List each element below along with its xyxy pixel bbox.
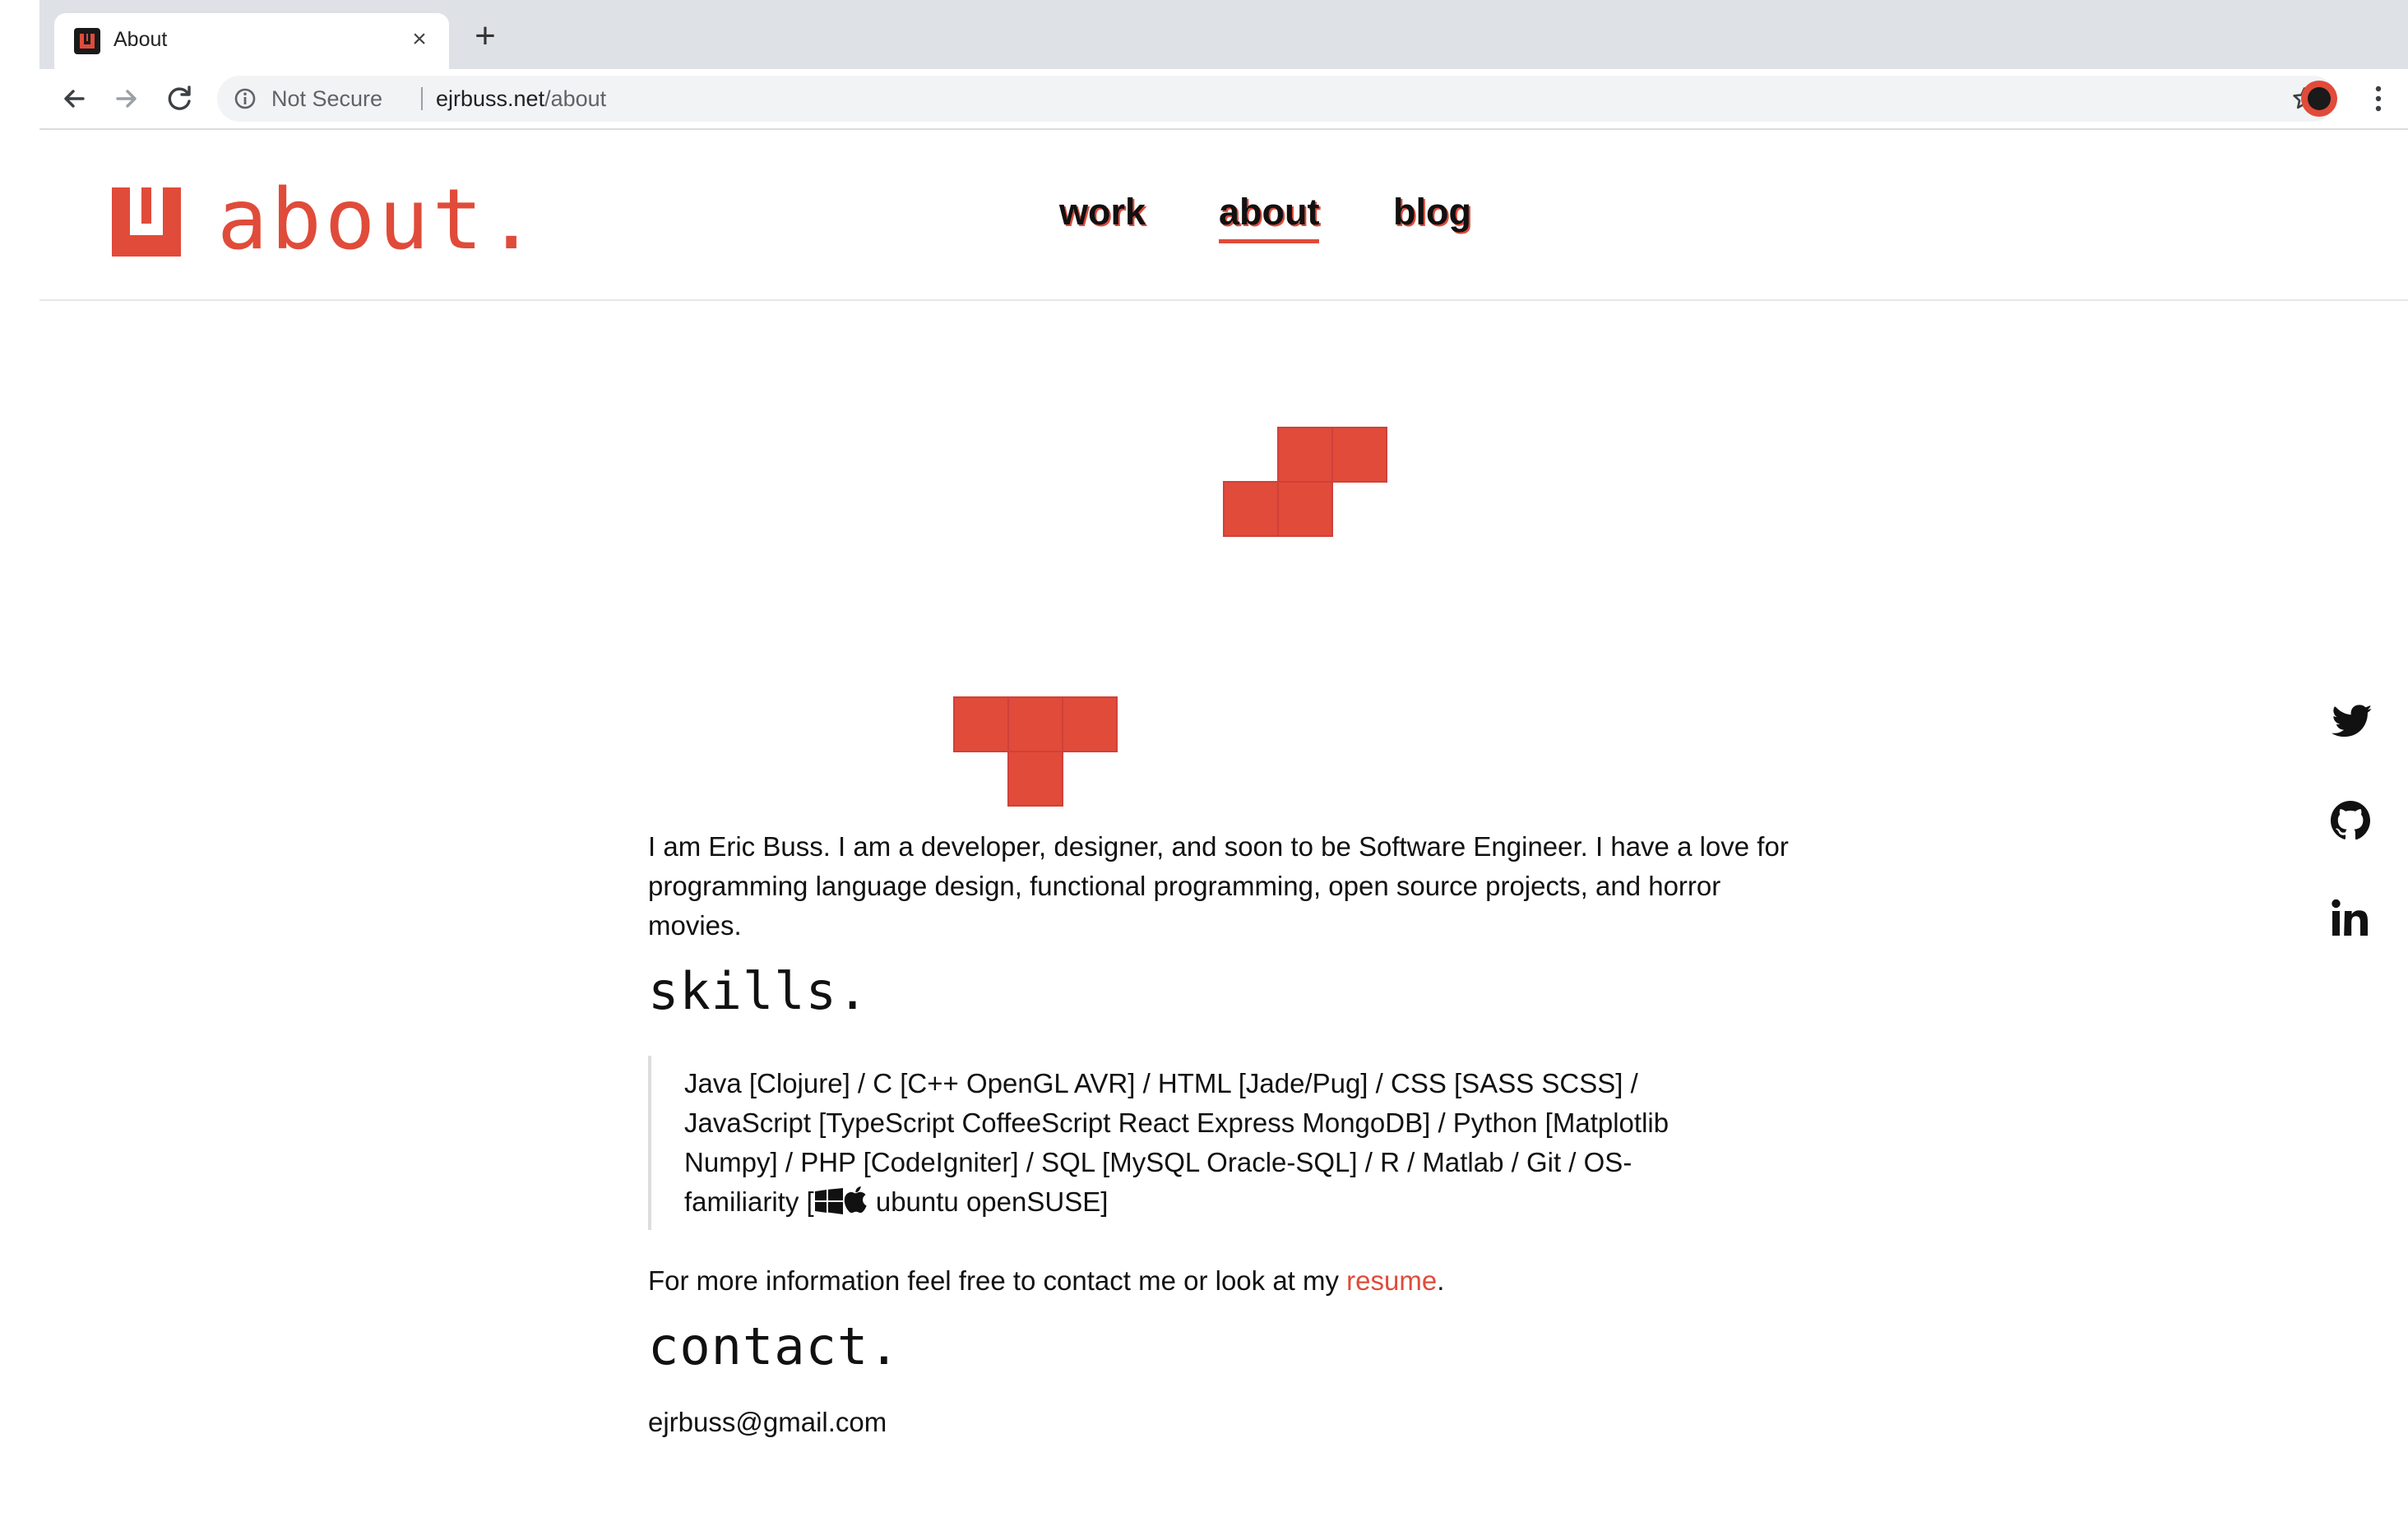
linkedin-icon[interactable] xyxy=(2326,895,2375,944)
more-prefix: For more information feel free to contac… xyxy=(648,1265,1347,1296)
url-host: ejrbuss.net xyxy=(436,86,545,111)
reload-icon[interactable] xyxy=(161,81,197,117)
site-logo-icon[interactable] xyxy=(112,187,181,257)
address-bar[interactable]: Not Secure ejrbuss.net/about xyxy=(217,76,2336,122)
window-edge xyxy=(0,0,39,1526)
page-title: about. xyxy=(217,171,540,269)
back-arrow-icon[interactable] xyxy=(56,81,92,117)
nav-link-blog[interactable]: blog xyxy=(1393,191,1471,234)
t-tetromino xyxy=(953,696,1118,807)
forward-arrow-icon[interactable] xyxy=(109,81,145,117)
skills-list: Java [Clojure] / C [C++ OpenGL AVR] / HT… xyxy=(648,1056,1720,1230)
nav-link-about[interactable]: about xyxy=(1219,191,1320,243)
s-tetromino xyxy=(1223,427,1387,537)
twitter-icon[interactable] xyxy=(2326,697,2375,747)
skills-os-tail: ubuntu openSUSE] xyxy=(868,1186,1109,1217)
new-tab-button[interactable]: + xyxy=(465,18,505,58)
avatar-inner xyxy=(2308,87,2331,110)
url-text: ejrbuss.net/about xyxy=(436,86,606,112)
security-label: Not Secure xyxy=(271,86,383,111)
menu-dots-icon[interactable] xyxy=(2370,82,2387,115)
apple-icon xyxy=(844,1186,867,1214)
tab-title: About xyxy=(113,28,168,51)
site-favicon-icon xyxy=(74,28,100,54)
skills-heading: skills. xyxy=(648,961,869,1021)
resume-link[interactable]: resume xyxy=(1346,1265,1437,1296)
more-info-text: For more information feel free to contac… xyxy=(648,1261,1799,1301)
omnibox-divider xyxy=(421,87,423,110)
more-suffix: . xyxy=(1437,1265,1445,1296)
info-icon[interactable] xyxy=(234,87,257,110)
github-icon[interactable] xyxy=(2326,796,2375,845)
tab-close-icon[interactable]: × xyxy=(405,25,434,54)
url-path: /about xyxy=(544,86,607,111)
browser-toolbar: Not Secure ejrbuss.net/about xyxy=(39,69,2408,130)
main-content: I am Eric Buss. I am a developer, design… xyxy=(648,827,1799,1442)
nav-link-work[interactable]: work xyxy=(1059,191,1146,234)
tab-strip: About × + xyxy=(39,0,2408,69)
windows-icon xyxy=(814,1188,843,1214)
browser-tab[interactable]: About × xyxy=(54,13,449,69)
profile-avatar[interactable] xyxy=(2301,81,2337,117)
contact-heading: contact. xyxy=(648,1316,901,1376)
email-address[interactable]: ejrbuss@gmail.com xyxy=(648,1403,1799,1442)
intro-paragraph: I am Eric Buss. I am a developer, design… xyxy=(648,831,1789,941)
site-header: about. work about blog xyxy=(39,130,2408,301)
